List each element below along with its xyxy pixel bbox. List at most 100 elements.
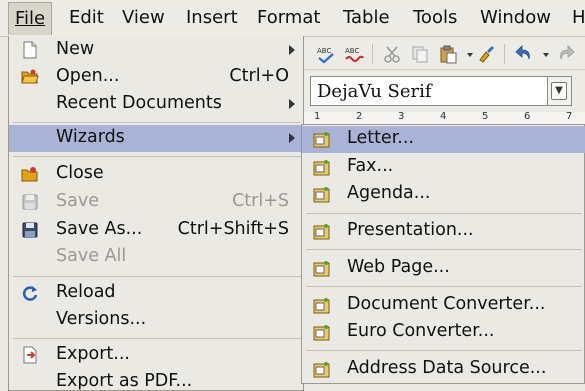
menu-item-label: Fax... — [347, 156, 394, 176]
menu-edit[interactable]: Edit — [69, 7, 104, 28]
autospellcheck-icon[interactable]: ABC — [344, 44, 364, 64]
close-document-icon — [21, 165, 39, 183]
menu-format[interactable]: Format — [257, 7, 320, 28]
paste-dropdown-icon[interactable] — [460, 44, 473, 64]
shortcut-label: Ctrl+O — [229, 66, 289, 86]
ruler-mark: 5 — [482, 111, 489, 122]
wizard-icon — [313, 297, 330, 314]
menu-separator — [306, 350, 582, 351]
menu-file-label: File — [15, 8, 46, 29]
font-name-input[interactable]: DejaVu Serif — [310, 76, 548, 106]
ruler-mark: 6 — [524, 111, 531, 122]
menu-file[interactable]: File — [8, 2, 53, 35]
menu-item-label: New — [56, 39, 95, 59]
menu-item-label: Presentation... — [347, 220, 474, 240]
menu-item-label: Save As... — [56, 219, 143, 239]
formatting-toolbar: DejaVu Serif ▼ — [300, 71, 585, 111]
save-as-icon — [21, 221, 39, 239]
ruler-mark: 1 — [314, 111, 321, 122]
wizard-icon — [313, 159, 330, 176]
menu-item-label: Versions... — [56, 309, 147, 329]
menu-item-versions[interactable]: Versions... — [9, 307, 305, 334]
menu-item-label: Web Page... — [347, 257, 450, 277]
menu-item-label: Reload — [56, 282, 116, 302]
wizard-item-letter[interactable]: Letter... — [302, 126, 585, 153]
shortcut-label: Ctrl+S — [232, 191, 289, 211]
wizard-item-address-data-source[interactable]: Address Data Source... — [302, 356, 585, 383]
font-name-dropdown[interactable]: ▼ — [548, 76, 572, 106]
menu-item-export[interactable]: Export... — [9, 342, 305, 369]
wizard-icon — [313, 260, 330, 277]
submenu-arrow-icon — [289, 133, 295, 143]
wizard-item-web-page[interactable]: Web Page... — [302, 255, 585, 282]
file-menu: New Open... Ctrl+O Recent Documents Wiza… — [8, 36, 305, 391]
toolbar-separator — [504, 44, 505, 64]
ruler-mark: 3 — [398, 111, 405, 122]
reload-icon — [21, 284, 39, 302]
wizard-item-fax[interactable]: Fax... — [302, 154, 585, 181]
menu-separator — [306, 286, 582, 287]
menu-item-new[interactable]: New — [9, 37, 305, 64]
menu-help[interactable]: H — [572, 7, 585, 28]
menu-item-label: Wizards — [56, 127, 125, 147]
menu-separator — [13, 122, 301, 123]
menu-item-label: Agenda... — [347, 183, 431, 203]
ruler-mark: 7 — [566, 111, 573, 122]
menu-window[interactable]: Window — [480, 7, 551, 28]
menu-item-label: Close — [56, 163, 104, 183]
menu-item-save[interactable]: Save Ctrl+S — [9, 189, 305, 216]
wizard-icon — [313, 223, 330, 240]
menu-view[interactable]: View — [122, 7, 165, 28]
undo-dropdown-icon[interactable] — [536, 44, 549, 64]
wizard-item-presentation[interactable]: Presentation... — [302, 218, 585, 245]
menu-item-close[interactable]: Close — [9, 161, 305, 188]
wizard-item-agenda[interactable]: Agenda... — [302, 181, 585, 208]
ruler-mark: 2 — [356, 111, 363, 122]
new-document-icon — [21, 41, 39, 59]
redo-icon[interactable] — [556, 44, 576, 64]
menu-item-wizards[interactable]: Wizards — [9, 125, 305, 152]
undo-icon[interactable] — [514, 44, 534, 64]
menu-item-label: Euro Converter... — [347, 321, 495, 341]
wizard-icon — [313, 186, 330, 203]
copy-icon[interactable] — [410, 44, 430, 64]
menu-item-export-pdf[interactable]: Export as PDF... — [9, 369, 305, 391]
menu-item-reload[interactable]: Reload — [9, 280, 305, 307]
svg-text:ABC: ABC — [345, 47, 359, 55]
menu-item-label: Save All — [56, 246, 127, 266]
wizard-item-euro-converter[interactable]: Euro Converter... — [302, 319, 585, 346]
wizard-icon — [313, 324, 330, 341]
menu-separator — [13, 276, 301, 277]
ruler-mark: 4 — [440, 111, 447, 122]
menu-table[interactable]: Table — [343, 7, 390, 28]
menu-item-label: Open... — [56, 66, 120, 86]
cut-icon[interactable] — [382, 44, 402, 64]
menu-item-open[interactable]: Open... Ctrl+O — [9, 64, 305, 91]
menu-item-save-as[interactable]: Save As... Ctrl+Shift+S — [9, 217, 305, 244]
menu-separator — [13, 338, 301, 339]
menu-item-save-all[interactable]: Save All — [9, 244, 305, 271]
toolbar-separator — [372, 44, 373, 64]
clone-formatting-icon[interactable] — [476, 44, 496, 64]
menu-separator — [306, 249, 582, 250]
menu-item-label: Export... — [56, 344, 130, 364]
menu-item-label: Save — [56, 191, 99, 211]
menu-item-label: Recent Documents — [56, 93, 222, 113]
menu-item-label: Address Data Source... — [347, 358, 547, 378]
menu-tools[interactable]: Tools — [413, 7, 457, 28]
wizard-item-document-converter[interactable]: Document Converter... — [302, 292, 585, 319]
spellcheck-icon[interactable]: ABC — [316, 44, 336, 64]
menu-insert[interactable]: Insert — [186, 7, 238, 28]
menu-item-label: Letter... — [347, 128, 414, 148]
menu-item-label: Document Converter... — [347, 294, 546, 314]
menu-item-recent-documents[interactable]: Recent Documents — [9, 91, 305, 118]
export-icon — [21, 346, 39, 364]
wizards-submenu: Letter... Fax... Agenda... Presentation.… — [301, 124, 585, 384]
paste-icon[interactable] — [438, 44, 458, 64]
submenu-arrow-icon — [289, 99, 295, 109]
chevron-down-icon: ▼ — [551, 82, 567, 100]
submenu-arrow-icon — [289, 45, 295, 55]
wizard-icon — [313, 361, 330, 378]
menu-bar: File Edit View Insert Format Table Tools… — [0, 0, 585, 37]
svg-text:ABC: ABC — [317, 47, 331, 55]
